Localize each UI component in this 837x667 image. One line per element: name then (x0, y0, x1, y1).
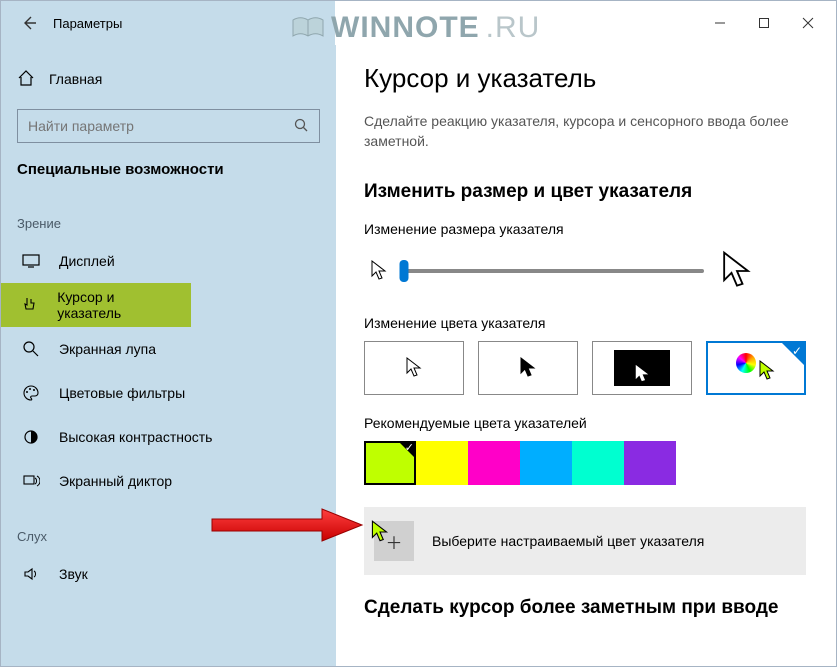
color-label: Изменение цвета указателя (364, 315, 806, 331)
size-section-title: Изменить размер и цвет указателя (364, 181, 806, 203)
pointer-size-slider-row (364, 249, 806, 293)
mode-white[interactable] (364, 341, 464, 395)
swatch-lime[interactable]: ✓ (364, 441, 416, 485)
sidebar-item-label: Экранный диктор (59, 473, 172, 489)
group-label-hearing: Слух (1, 529, 336, 544)
cursor-visibility-section: Сделать курсор более заметным при вводе (364, 597, 806, 619)
mode-black[interactable] (478, 341, 578, 395)
page-title: Курсор и указатель (364, 63, 806, 94)
swatch-yellow[interactable] (416, 441, 468, 485)
slider-thumb[interactable] (400, 260, 409, 282)
sidebar-item-label: Экранная лупа (59, 341, 156, 357)
custom-color-label: Выберите настраиваемый цвет указателя (432, 533, 704, 549)
window-title: Параметры (53, 16, 122, 31)
home-button[interactable]: Главная (1, 59, 336, 99)
swatch-cyan[interactable] (572, 441, 624, 485)
sidebar-item-label: Высокая контрастность (59, 429, 212, 445)
swatch-blue[interactable] (520, 441, 572, 485)
recommended-colors-label: Рекомендуемые цвета указателей (364, 415, 806, 431)
sidebar-item-sound[interactable]: Звук (1, 552, 336, 596)
sidebar-item-label: Звук (59, 566, 88, 582)
mode-custom[interactable]: ✓ (706, 341, 806, 395)
sidebar-item-label: Цветовые фильтры (59, 385, 185, 401)
search-icon (293, 117, 309, 136)
check-icon: ✓ (405, 441, 414, 454)
section-title: Специальные возможности (1, 161, 336, 178)
rainbow-icon (736, 353, 756, 373)
home-label: Главная (49, 71, 102, 87)
pointer-size-slider[interactable] (404, 269, 704, 273)
back-button[interactable] (15, 9, 43, 37)
close-button[interactable] (786, 3, 830, 43)
titlebar: Параметры (1, 1, 836, 45)
minimize-button[interactable] (698, 3, 742, 43)
contrast-icon (21, 428, 41, 446)
page-description: Сделайте реакцию указателя, курсора и се… (364, 112, 806, 151)
sidebar-item-high-contrast[interactable]: Высокая контрастность (1, 415, 336, 459)
sidebar: Главная Специальные возможности Зрение Д… (1, 45, 336, 666)
home-icon (17, 69, 35, 90)
add-custom-color-button[interactable]: ＋ (374, 521, 414, 561)
palette-icon (21, 384, 41, 402)
sidebar-item-display[interactable]: Дисплей (1, 239, 336, 283)
group-label-vision: Зрение (1, 216, 336, 231)
search-box[interactable] (17, 109, 320, 143)
sidebar-item-cursor[interactable]: Курсор и указатель (1, 283, 191, 327)
sidebar-item-label: Дисплей (59, 253, 115, 269)
recommended-colors-row: ✓ (364, 441, 806, 485)
cursor-hand-icon (21, 296, 39, 314)
settings-window: Параметры Главная (0, 0, 837, 667)
sound-icon (21, 565, 41, 583)
arrow-left-icon (20, 14, 38, 32)
cursor-large-icon (720, 249, 754, 293)
magnifier-icon (21, 340, 41, 358)
swatch-magenta[interactable] (468, 441, 520, 485)
mode-inverse[interactable] (592, 341, 692, 395)
maximize-button[interactable] (742, 3, 786, 43)
sidebar-item-color-filters[interactable]: Цветовые фильтры (1, 371, 336, 415)
main-content: Курсор и указатель Сделайте реакцию указ… (336, 45, 836, 666)
swatch-purple[interactable] (624, 441, 676, 485)
sidebar-item-narrator[interactable]: Экранный диктор (1, 459, 336, 503)
narrator-icon (21, 472, 41, 490)
monitor-icon (21, 254, 41, 268)
custom-color-row[interactable]: ＋ Выберите настраиваемый цвет указателя (364, 507, 806, 575)
search-input[interactable] (28, 118, 267, 134)
cursor-small-icon (370, 259, 388, 283)
sidebar-item-magnifier[interactable]: Экранная лупа (1, 327, 336, 371)
check-icon: ✓ (792, 344, 802, 358)
plus-icon: ＋ (386, 529, 403, 554)
pointer-color-mode-row: ✓ (364, 341, 806, 395)
sidebar-item-label: Курсор и указатель (57, 289, 171, 321)
size-slider-label: Изменение размера указателя (364, 221, 806, 237)
